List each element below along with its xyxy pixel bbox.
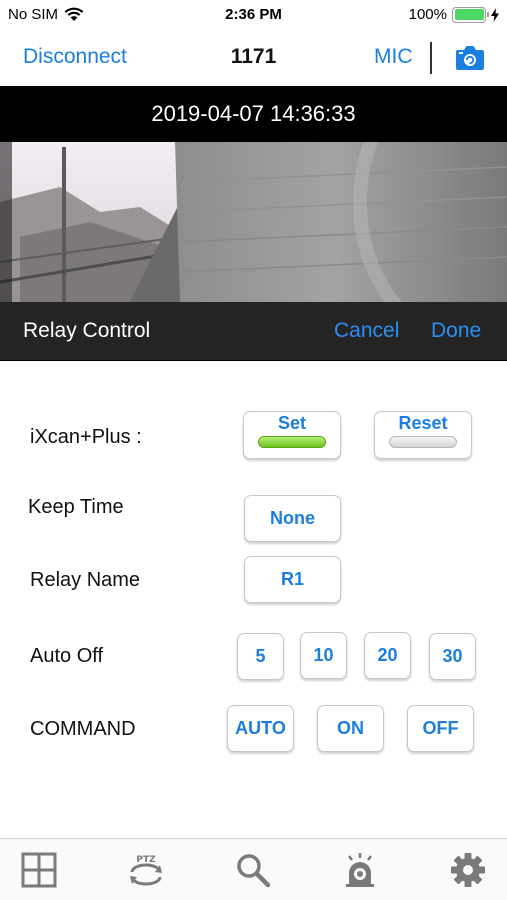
auto-off-10-button[interactable]: 10 bbox=[300, 632, 347, 679]
relay-name-button[interactable]: R1 bbox=[244, 556, 341, 603]
nav-divider bbox=[430, 42, 432, 74]
alarm-icon[interactable] bbox=[341, 851, 379, 889]
set-button-label: Set bbox=[277, 413, 306, 433]
grid-icon[interactable] bbox=[20, 851, 58, 889]
camera-feed-image bbox=[0, 142, 507, 302]
status-right: 100% bbox=[409, 6, 499, 23]
auto-off-5-button[interactable]: 5 bbox=[237, 633, 284, 680]
nav-bar: Disconnect 1171 MIC bbox=[0, 30, 507, 86]
gear-icon[interactable] bbox=[449, 851, 487, 889]
command-auto-button[interactable]: AUTO bbox=[227, 705, 294, 752]
ptz-icon[interactable]: PTZ bbox=[127, 851, 165, 889]
cancel-button[interactable]: Cancel bbox=[334, 319, 399, 343]
keep-time-button[interactable]: None bbox=[244, 495, 341, 542]
status-bar: No SIM 2:36 PM 100% bbox=[0, 0, 507, 30]
battery-percent: 100% bbox=[408, 6, 447, 23]
set-button[interactable]: Set bbox=[243, 411, 341, 459]
ptz-icon-text: PTZ bbox=[136, 855, 156, 865]
timestamp-bar: 2019-04-07 14:36:33 bbox=[0, 86, 507, 142]
disconnect-button[interactable]: Disconnect bbox=[23, 45, 127, 69]
mic-button[interactable]: MIC bbox=[374, 45, 413, 69]
auto-off-label: Auto Off bbox=[30, 645, 104, 667]
battery-icon bbox=[452, 6, 489, 23]
reset-button-label: Reset bbox=[398, 413, 448, 433]
relay-name-label: Relay Name bbox=[30, 569, 141, 591]
auto-off-30-button[interactable]: 30 bbox=[429, 633, 476, 680]
search-icon[interactable] bbox=[234, 851, 272, 889]
relay-control-bar: Relay Control Cancel Done bbox=[0, 302, 507, 360]
device-label: iXcan+Plus : bbox=[30, 426, 142, 448]
command-label: COMMAND bbox=[30, 718, 136, 740]
video-timestamp: 2019-04-07 14:36:33 bbox=[151, 101, 356, 126]
battery-fill bbox=[454, 9, 484, 20]
auto-off-20-button[interactable]: 20 bbox=[364, 632, 411, 679]
keep-time-label: Keep Time bbox=[28, 496, 124, 518]
camera-icon[interactable] bbox=[455, 43, 485, 71]
reset-button[interactable]: Reset bbox=[374, 411, 472, 459]
tab-bar: PTZ bbox=[0, 838, 507, 900]
relay-control-title: Relay Control bbox=[23, 319, 151, 342]
done-button[interactable]: Done bbox=[431, 319, 481, 343]
command-on-button[interactable]: ON bbox=[317, 705, 384, 752]
set-indicator bbox=[258, 436, 326, 448]
reset-indicator bbox=[389, 436, 457, 448]
charging-icon bbox=[491, 7, 499, 22]
command-off-button[interactable]: OFF bbox=[407, 705, 474, 752]
